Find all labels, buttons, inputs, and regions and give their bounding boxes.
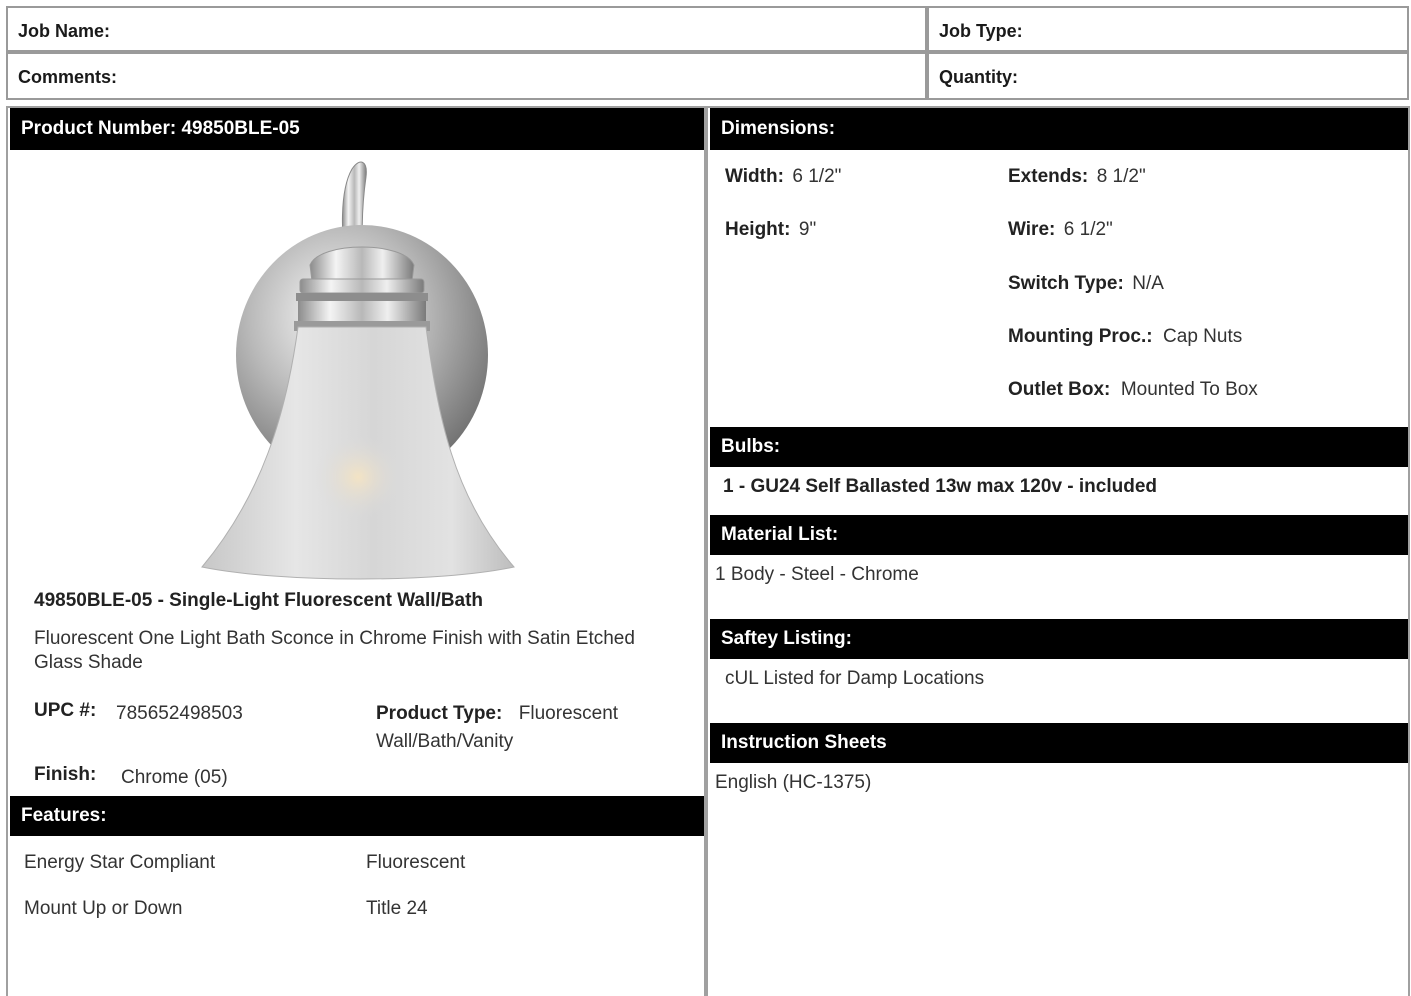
wire-value: 6 1/2" [1063,219,1113,240]
outlet-box-spec: Outlet Box: Mounted To Box [1008,379,1258,401]
instruction-sheets-header: Instruction Sheets [710,723,1408,763]
width-value: 6 1/2" [792,166,842,187]
job-name-cell: Job Name: [6,6,927,52]
switch-type-spec: Switch Type: N/A [1008,273,1164,295]
quantity-label: Quantity: [939,67,1018,87]
mounting-value: Cap Nuts [1163,326,1243,347]
extends-spec: Extends: 8 1/2" [1008,166,1146,188]
product-title: 49850BLE-05 - Single-Light Fluorescent W… [34,590,484,611]
material-list-header: Material List: [710,515,1408,555]
product-type: Product Type: Fluorescent Wall/Bath/Vani… [376,700,686,756]
instruction-sheet-link[interactable]: English (HC-1375) [715,772,871,794]
safety-listing-header-text: Saftey Listing: [721,628,852,649]
upc-value: 785652498503 [116,703,243,724]
switch-type-value: N/A [1132,273,1164,294]
wire-label: Wire: [1008,219,1056,240]
extends-value: 8 1/2" [1096,166,1146,187]
dimensions-header-text: Dimensions: [721,118,836,139]
switch-type-label: Switch Type: [1008,273,1124,294]
height-spec: Height: 9" [725,219,816,241]
product-number-header: Product Number: 49850BLE-05 [10,108,704,150]
extends-label: Extends: [1008,166,1089,187]
instruction-sheets-header-text: Instruction Sheets [721,732,887,753]
outlet-box-value: Mounted To Box [1120,379,1258,400]
bulbs-value: 1 - GU24 Self Ballasted 13w max 120v - i… [723,476,1158,497]
material-list-header-text: Material List: [721,524,839,545]
mounting-spec: Mounting Proc.: Cap Nuts [1008,326,1242,348]
height-value: 9" [798,219,817,240]
safety-listing-value: cUL Listed for Damp Locations [725,668,985,689]
feature-item: Mount Up or Down [24,898,183,919]
height-label: Height: [725,219,791,240]
product-number-text: Product Number: 49850BLE-05 [21,118,300,139]
bulbs-header-text: Bulbs: [721,436,781,457]
feature-item: Title 24 [366,898,428,919]
features-header: Features: [10,796,704,836]
wall-sconce-photo-icon [190,155,530,580]
material-list-value: 1 Body - Steel - Chrome [715,564,919,585]
product-description: Fluorescent One Light Bath Sconce in Chr… [34,628,635,673]
width-spec: Width: 6 1/2" [725,166,841,188]
finish-label: Finish: [34,764,97,785]
bulbs-header: Bulbs: [710,427,1408,467]
product-type-label: Product Type: [376,703,503,724]
width-label: Width: [725,166,784,187]
outlet-box-label: Outlet Box: [1008,379,1111,400]
features-header-text: Features: [21,805,107,826]
dimensions-header: Dimensions: [710,108,1408,150]
mounting-label: Mounting Proc.: [1008,326,1153,347]
feature-item: Energy Star Compliant [24,852,216,873]
safety-listing-header: Saftey Listing: [710,619,1408,659]
job-type-label: Job Type: [939,21,1023,41]
comments-cell: Comments: [6,52,927,100]
comments-label: Comments: [18,67,118,87]
finish-value: Chrome (05) [121,767,228,788]
feature-item: Fluorescent [366,852,466,873]
job-type-cell: Job Type: [927,6,1409,52]
wire-spec: Wire: 6 1/2" [1008,219,1113,241]
job-name-label: Job Name: [18,21,111,41]
quantity-cell: Quantity: [927,52,1409,100]
upc-label: UPC #: [34,700,97,721]
